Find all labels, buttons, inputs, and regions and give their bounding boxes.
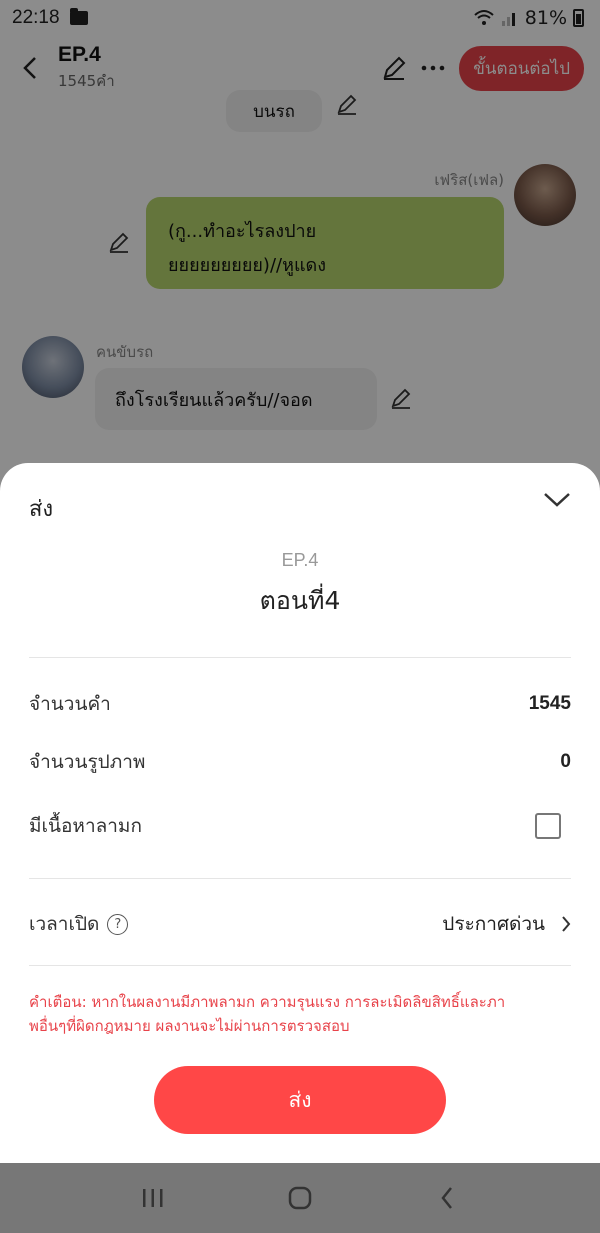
publish-time-selector[interactable]: ประกาศด่วน <box>442 909 571 939</box>
sheet-title: ส่ง <box>29 497 54 522</box>
help-icon[interactable]: ? <box>107 913 129 935</box>
chevron-down-icon[interactable] <box>542 489 572 511</box>
divider <box>29 878 571 879</box>
mature-content-checkbox[interactable] <box>535 813 561 839</box>
word-count-label: จำนวนคำ <box>29 693 111 715</box>
divider <box>29 965 571 966</box>
word-count-row: จำนวนคำ 1545 <box>29 689 571 719</box>
mature-content-label: มีเนื้อหาลามก <box>29 815 142 837</box>
publish-time-row[interactable]: เวลาเปิด ? ประกาศด่วน <box>29 909 571 939</box>
warning-text: คำเตือน: หากในผลงานมีภาพลามก ความรุนแรง … <box>29 990 574 1038</box>
chevron-right-icon <box>562 916 571 932</box>
image-count-label: จำนวนรูปภาพ <box>29 751 146 773</box>
image-count-value: 0 <box>560 751 571 772</box>
recents-icon[interactable] <box>138 1183 168 1213</box>
publish-time-label: เวลาเปิด <box>29 913 100 935</box>
send-button[interactable]: ส่ง <box>154 1066 446 1134</box>
home-icon[interactable] <box>285 1183 315 1213</box>
mature-content-row[interactable]: มีเนื้อหาลามก <box>29 811 571 841</box>
publish-time-value: ประกาศด่วน <box>442 913 545 935</box>
divider <box>29 657 571 658</box>
warning-line: คำเตือน: หากในผลงานมีภาพลามก ความรุนแรง … <box>29 993 506 1011</box>
image-count-row: จำนวนรูปภาพ 0 <box>29 747 571 777</box>
warning-line: พอื่นๆที่ผิดกฎหมาย ผลงานจะไม่ผ่านการตรวจ… <box>29 1017 350 1035</box>
back-nav-icon[interactable] <box>432 1183 462 1213</box>
system-nav-bar <box>0 1163 600 1233</box>
episode-name: ตอนที่4 <box>259 586 341 615</box>
send-bottom-sheet: ส่ง EP.4 ตอนที่4 จำนวนคำ 1545 จำนวนรูปภา… <box>0 463 600 1163</box>
word-count-value: 1545 <box>528 693 571 714</box>
episode-code: EP.4 <box>281 550 319 570</box>
